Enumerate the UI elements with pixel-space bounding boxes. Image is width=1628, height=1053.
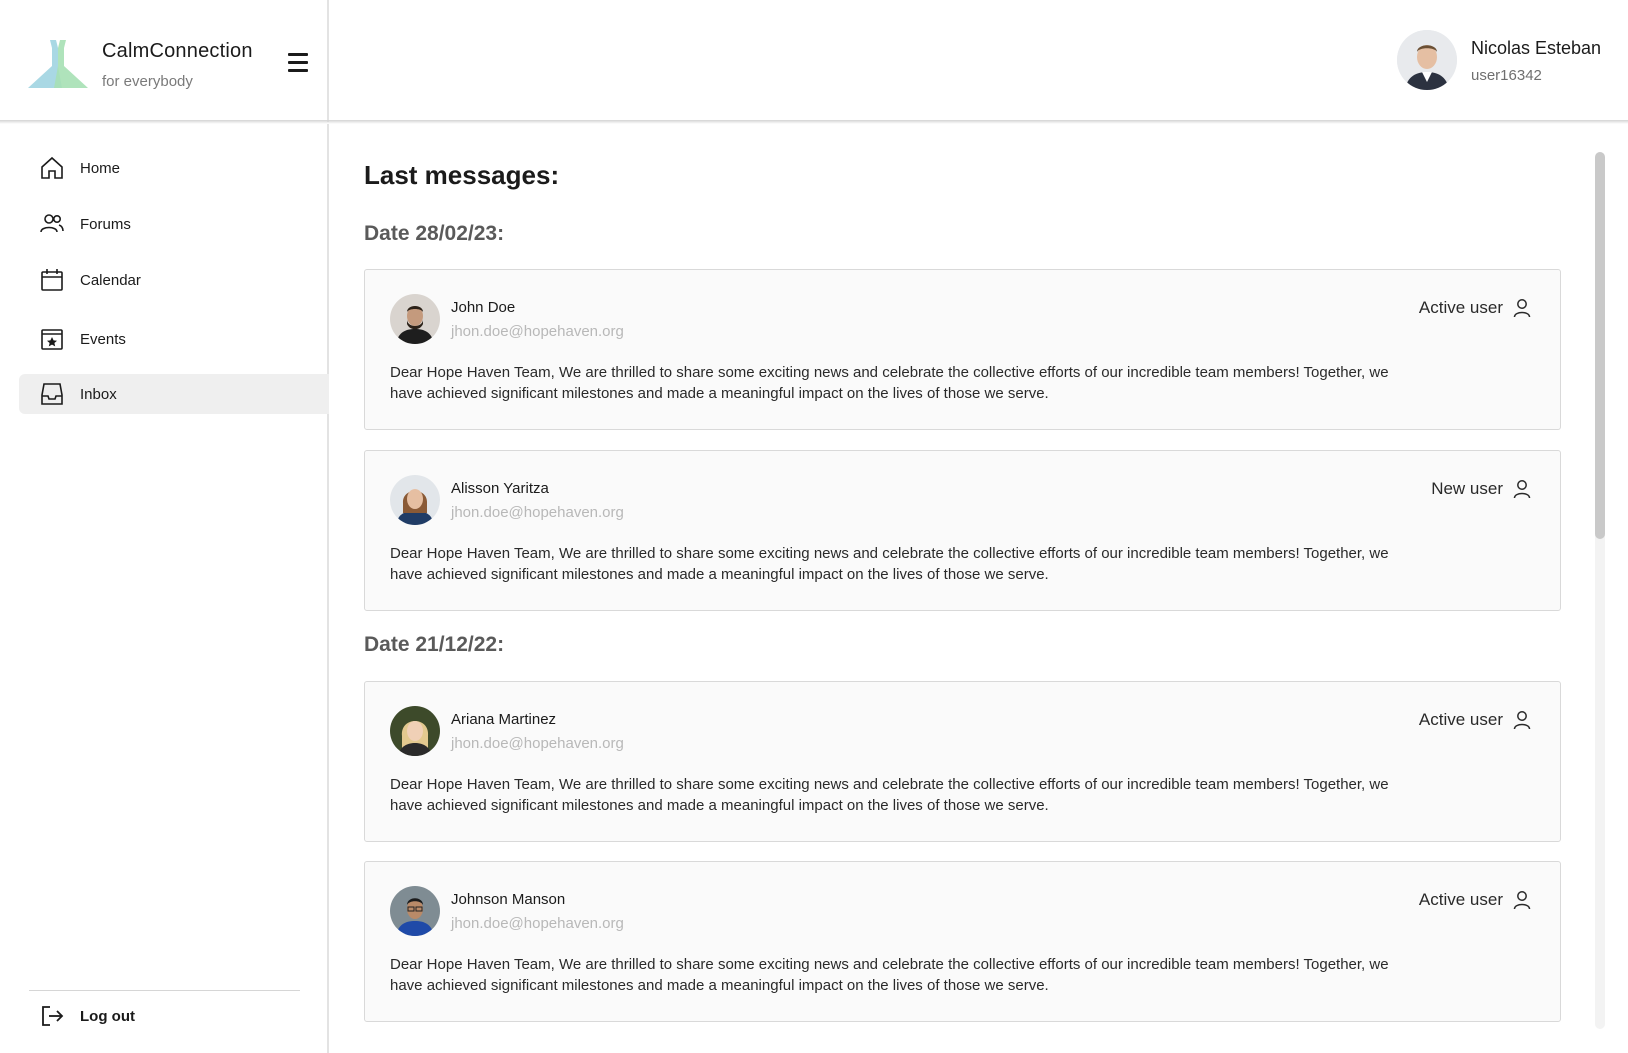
date-heading: Date 28/02/23: xyxy=(364,222,505,245)
user-status: Active user xyxy=(1419,890,1531,910)
sender-avatar xyxy=(390,706,440,756)
menu-toggle-button[interactable] xyxy=(288,53,312,77)
page-title: Last messages: xyxy=(364,160,560,190)
sender-email: jhon.doe@hopehaven.org xyxy=(451,504,624,521)
user-id: user16342 xyxy=(1471,67,1542,84)
user-avatar-image xyxy=(1397,30,1457,90)
sidebar-item-home[interactable]: Home xyxy=(19,148,329,188)
user-status: New user xyxy=(1431,479,1531,499)
user-icon xyxy=(1513,299,1531,318)
sender-name: Ariana Martinez xyxy=(451,711,557,728)
sidebar-item-label: Home xyxy=(80,159,121,177)
users-icon xyxy=(39,211,65,237)
user-status-label: Active user xyxy=(1418,890,1503,909)
message-card[interactable]: Johnson Manson jhon.doe@hopehaven.org Ac… xyxy=(364,861,1561,1022)
user-status: Active user xyxy=(1419,710,1531,730)
sender-avatar xyxy=(390,886,440,936)
scrollbar-thumb[interactable] xyxy=(1595,152,1605,539)
sender-name: Johnson Manson xyxy=(451,891,566,908)
user-status-label: Active user xyxy=(1418,710,1503,729)
user-icon xyxy=(1513,711,1531,730)
calendar-icon xyxy=(39,267,65,293)
sidebar-item-events[interactable]: Events xyxy=(19,319,329,359)
user-icon xyxy=(1513,480,1531,499)
message-text: Dear Hope Haven Team, We are thrilled to… xyxy=(390,956,1389,994)
sidebar-item-forums[interactable]: Forums xyxy=(19,204,329,244)
message-text: Dear Hope Haven Team, We are thrilled to… xyxy=(390,364,1389,402)
sender-name: Alisson Yaritza xyxy=(451,480,549,497)
brand-name: CalmConnection xyxy=(102,40,253,62)
message-text: Dear Hope Haven Team, We are thrilled to… xyxy=(390,776,1389,814)
brand-tagline: for everybody xyxy=(102,73,193,90)
vertical-scrollbar[interactable] xyxy=(1595,152,1605,1029)
message-card[interactable]: John Doe jhon.doe@hopehaven.org Active u… xyxy=(364,269,1561,430)
user-status: Active user xyxy=(1419,298,1531,318)
sender-email: jhon.doe@hopehaven.org xyxy=(451,323,624,340)
user-status-label: New user xyxy=(1431,479,1503,498)
message-text: Dear Hope Haven Team, We are thrilled to… xyxy=(390,545,1389,583)
logout-button[interactable]: Log out xyxy=(19,996,299,1036)
message-card[interactable]: Ariana Martinez jhon.doe@hopehaven.org A… xyxy=(364,681,1561,842)
user-avatar[interactable] xyxy=(1397,30,1457,90)
sidebar-item-calendar[interactable]: Calendar xyxy=(19,260,329,300)
hamburger-icon xyxy=(288,53,308,56)
sidebar: Home Forums Calendar Events Inbox Log ou… xyxy=(0,124,329,1053)
date-heading: Date 21/12/22: xyxy=(364,633,505,656)
user-name: Nicolas Esteban xyxy=(1471,38,1602,58)
sidebar-item-label: Calendar xyxy=(80,271,141,289)
message-card[interactable]: Alisson Yaritza jhon.doe@hopehaven.org N… xyxy=(364,450,1561,611)
user-status-label: Active user xyxy=(1418,298,1503,317)
sender-email: jhon.doe@hopehaven.org xyxy=(451,735,624,752)
user-icon xyxy=(1513,891,1531,910)
messages-panel: Last messages: Date 28/02/23: John Doe j… xyxy=(331,124,1628,1053)
logout-label: Log out xyxy=(80,1007,135,1025)
sidebar-item-label: Inbox xyxy=(80,385,117,403)
sender-avatar xyxy=(390,294,440,344)
sidebar-divider xyxy=(29,990,300,991)
sender-email: jhon.doe@hopehaven.org xyxy=(451,915,624,932)
event-star-icon xyxy=(39,326,65,352)
home-icon xyxy=(39,155,65,181)
logout-icon xyxy=(39,1003,65,1029)
sidebar-item-label: Events xyxy=(80,330,126,348)
sidebar-item-label: Forums xyxy=(80,215,131,233)
sidebar-item-inbox[interactable]: Inbox xyxy=(19,374,329,414)
calmconnection-logo xyxy=(28,40,88,88)
sender-avatar xyxy=(390,475,440,525)
brand-header: CalmConnection for everybody xyxy=(0,0,329,122)
sender-name: John Doe xyxy=(451,299,516,316)
inbox-icon xyxy=(39,381,65,407)
